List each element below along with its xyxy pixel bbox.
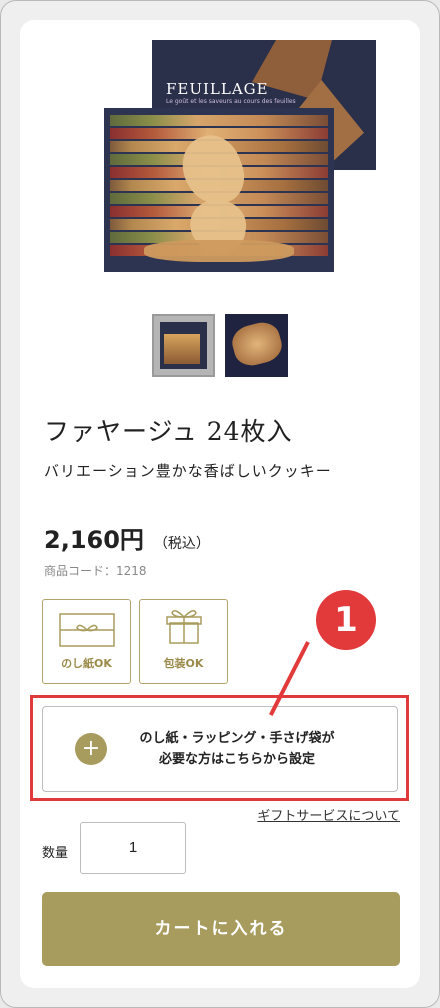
quantity-input[interactable]: 1 bbox=[80, 822, 186, 874]
package-brand: FEUILLAGE bbox=[166, 80, 269, 98]
product-title: ファヤージュ 24枚入 bbox=[44, 417, 293, 446]
gift-box-icon bbox=[165, 610, 202, 644]
product-main-image: FEUILLAGE Le goût et les saveurs au cour… bbox=[104, 40, 376, 272]
cookie bbox=[144, 240, 294, 262]
product-code: 商品コード：1218 bbox=[44, 564, 147, 578]
price: 2,160円 bbox=[44, 526, 144, 554]
gift-badges: のし紙OK 包装OK bbox=[42, 599, 228, 684]
price-row: 2,160円 （税込） bbox=[44, 520, 210, 555]
thumbnail-cookie[interactable] bbox=[225, 314, 288, 377]
badge-wrapping-label: 包装OK bbox=[163, 657, 204, 670]
tax-note: （税込） bbox=[153, 536, 210, 552]
add-to-cart-button[interactable]: カートに入れる bbox=[42, 892, 400, 966]
product-card: FEUILLAGE Le goût et les saveurs au cour… bbox=[20, 20, 420, 988]
badge-noshi: のし紙OK bbox=[42, 599, 131, 684]
gift-service-link[interactable]: ギフトサービスについて bbox=[257, 805, 400, 824]
thumbnail-package[interactable] bbox=[152, 314, 215, 377]
package-tagline: Le goût et les saveurs au cours des feui… bbox=[166, 98, 296, 105]
annotation-number-badge: 1 bbox=[316, 590, 376, 650]
badge-wrapping: 包装OK bbox=[139, 599, 228, 684]
quantity-label: 数量 bbox=[42, 846, 69, 861]
badge-noshi-label: のし紙OK bbox=[61, 657, 112, 670]
noshi-icon bbox=[58, 613, 115, 647]
product-description: バリエーション豊かな香ばしいクッキー bbox=[44, 462, 332, 480]
annotation-highlight-box bbox=[30, 695, 409, 801]
thumbnail-list bbox=[152, 314, 288, 377]
